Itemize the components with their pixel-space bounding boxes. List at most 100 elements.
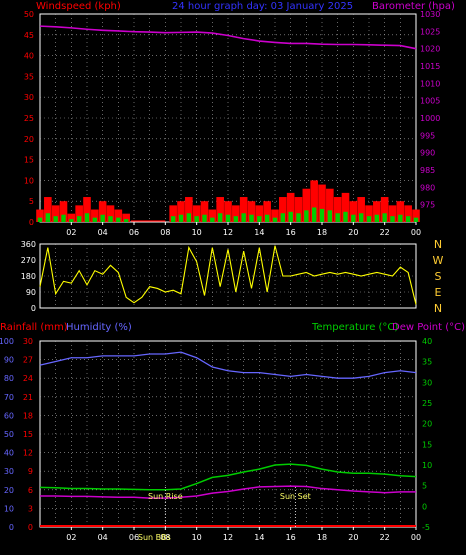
compass-label: E <box>435 286 442 299</box>
barometer-tick-label: 1020 <box>420 45 440 54</box>
x-tick-label: 14 <box>254 533 264 542</box>
wind-avg-bar <box>390 216 395 222</box>
wind-avg-bar <box>170 216 176 222</box>
barometer-tick-label: 985 <box>420 166 435 175</box>
humidity-tick-label: 20 <box>4 486 14 495</box>
wind-avg-bar <box>53 216 58 222</box>
wind-avg-bar <box>358 213 364 222</box>
windspeed-tick-label: 45 <box>24 31 34 40</box>
wind-avg-bar <box>374 214 380 222</box>
wind-avg-bar <box>351 214 356 222</box>
rainfall-tick-label: 15 <box>23 430 33 439</box>
x-tick-label: 04 <box>98 228 108 237</box>
wind-avg-bar <box>100 214 105 222</box>
wind-avg-bar <box>123 219 129 222</box>
barometer-tick-label: 980 <box>420 183 435 192</box>
wind-avg-bar <box>304 210 309 222</box>
wind-avg-bar <box>280 213 286 222</box>
wind-avg-bar <box>272 217 278 222</box>
wind-avg-bar <box>69 219 74 222</box>
rainfall-tick-label: 21 <box>23 393 33 402</box>
wind-avg-bar <box>398 214 403 222</box>
wind-avg-bar <box>108 216 113 222</box>
barometer-tick-label: 990 <box>420 149 435 158</box>
humidity-tick-label: 40 <box>4 449 14 458</box>
rainfall-tick-label: 6 <box>28 486 33 495</box>
wind-avg-bar <box>37 217 43 222</box>
windspeed-tick-label: 5 <box>29 197 34 206</box>
x-tick-label: 12 <box>223 228 233 237</box>
panel-temp-humidity: 0102030405060708090100036912151821242730… <box>0 337 432 542</box>
rainfall-tick-label: 12 <box>23 449 33 458</box>
humidity-tick-label: 100 <box>0 337 14 346</box>
x-tick-label: 12 <box>223 533 233 542</box>
wind-avg-bar <box>249 214 254 222</box>
barometer-tick-label: 1030 <box>420 10 440 19</box>
windspeed-tick-label: 40 <box>24 52 34 61</box>
wind-avg-bar <box>92 217 98 222</box>
barometer-tick-label: 975 <box>420 201 435 210</box>
x-tick-label: 14 <box>254 228 264 237</box>
windspeed-tick-label: 15 <box>24 156 34 165</box>
wind-avg-bar <box>225 214 231 222</box>
windspeed-tick-label: 10 <box>24 176 34 185</box>
wind-avg-bar <box>382 213 387 222</box>
humidity-tick-label: 60 <box>4 411 14 420</box>
windspeed-tick-label: 25 <box>24 114 34 123</box>
x-tick-label: 10 <box>192 533 202 542</box>
direction-tick-label: 90 <box>26 288 36 297</box>
direction-tick-label: 360 <box>21 240 36 249</box>
x-tick-label: 16 <box>286 228 296 237</box>
barometer-tick-label: 1000 <box>420 114 440 123</box>
x-tick-label: 04 <box>98 533 108 542</box>
barometer-line <box>39 25 417 50</box>
wind-avg-bar <box>202 214 207 222</box>
rainfall-tick-label: 18 <box>23 411 33 420</box>
wind-avg-bar <box>210 217 215 222</box>
humidity-tick-label: 80 <box>4 374 14 383</box>
wind-avg-bar <box>84 213 90 222</box>
windspeed-tick-label: 20 <box>24 135 34 144</box>
x-tick-label: 22 <box>380 228 390 237</box>
sunrise-label: Sun Rise <box>148 492 183 501</box>
windspeed-tick-label: 50 <box>24 10 34 19</box>
compass-label: N <box>434 238 442 251</box>
rainfall-tick-label: 0 <box>28 523 33 532</box>
direction-tick-label: 0 <box>31 304 36 313</box>
wind-avg-bar <box>264 214 270 222</box>
temperature-tick-label: -5 <box>422 523 430 532</box>
panel-wind-barometer: 0510152025303540455097598098599099510001… <box>24 10 441 237</box>
weather-graph: Windspeed (kph) 24 hour graph day: 03 Ja… <box>0 1 465 542</box>
x-tick-label: 20 <box>348 533 358 542</box>
compass-label: W <box>433 254 444 267</box>
x-tick-label: 20 <box>348 228 358 237</box>
humidity-tick-label: 70 <box>4 393 14 402</box>
wind-avg-bar <box>45 213 51 222</box>
temperature-axis-title: Temperature (°C) <box>311 322 398 333</box>
rainfall-axis-title: Rainfall (mm) <box>0 322 68 333</box>
humidity-tick-label: 10 <box>4 504 14 513</box>
dewpoint-axis-title: Dew Point (°C) <box>392 322 465 333</box>
windspeed-axis-title: Windspeed (kph) <box>36 1 121 12</box>
barometer-tick-label: 995 <box>420 131 435 140</box>
sun-bbs-label: Sun BBs <box>138 533 171 542</box>
x-tick-label: 16 <box>286 533 296 542</box>
wind-avg-bar <box>217 213 223 222</box>
temperature-tick-label: 0 <box>422 502 427 511</box>
wind-avg-bar <box>413 217 419 222</box>
wind-avg-bar <box>311 207 317 222</box>
compass-label: N <box>434 302 442 315</box>
x-tick-label: 02 <box>66 533 76 542</box>
humidity-tick-label: 50 <box>4 430 14 439</box>
wind-avg-bar <box>194 216 199 222</box>
temperature-tick-label: 25 <box>422 399 432 408</box>
x-tick-label: 00 <box>411 228 421 237</box>
sunset-label: Sun Set <box>280 492 311 501</box>
wind-avg-bar <box>327 210 333 222</box>
rainfall-tick-label: 9 <box>28 467 33 476</box>
barometer-tick-label: 1025 <box>420 27 440 36</box>
x-tick-label: 18 <box>317 533 327 542</box>
barometer-tick-label: 1015 <box>420 62 440 71</box>
compass-label: S <box>435 270 442 283</box>
rainfall-tick-label: 30 <box>23 337 33 346</box>
